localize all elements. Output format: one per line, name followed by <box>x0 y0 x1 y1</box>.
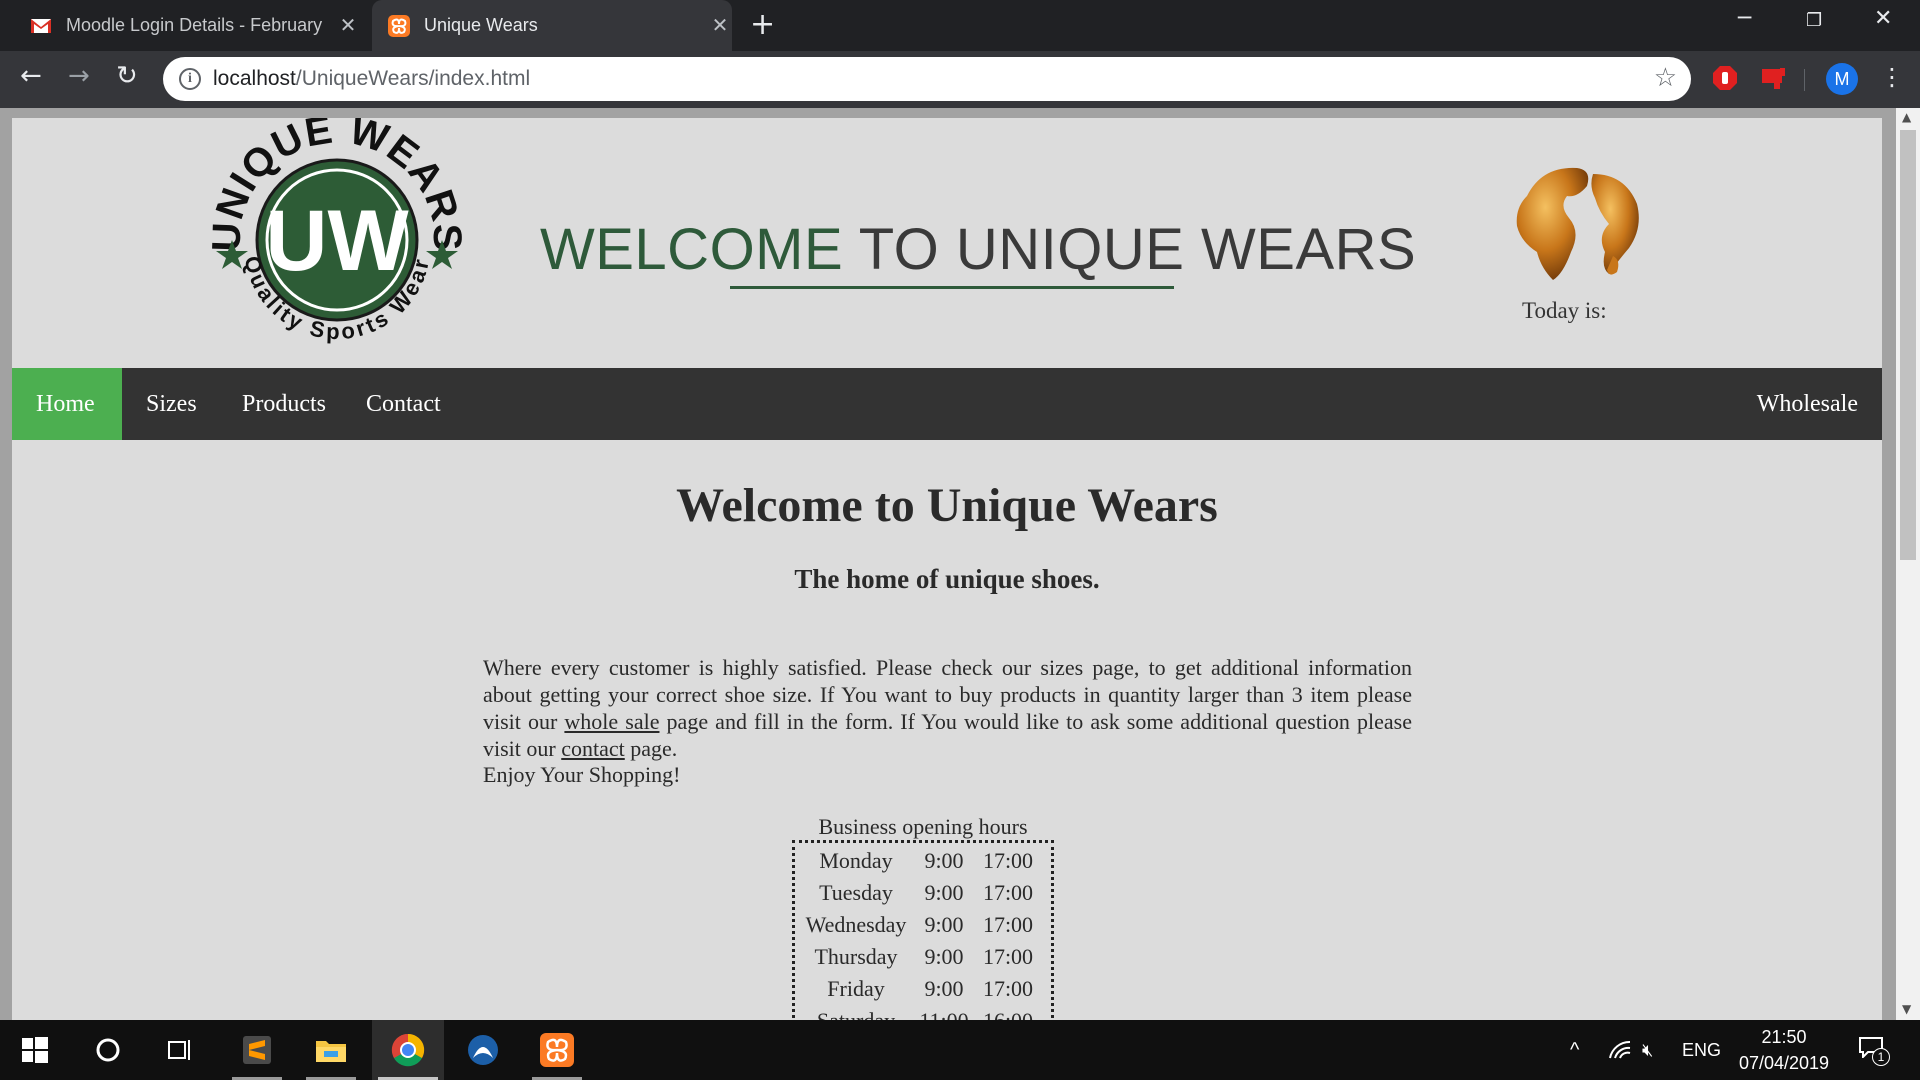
table-row: Wednesday 9:00 17:00 <box>805 912 1034 937</box>
volume-muted-icon[interactable]: 🔇︎ <box>1642 1020 1653 1080</box>
url-text[interactable]: localhost/UniqueWears/index.html <box>213 67 530 91</box>
clock-time: 21:50 <box>1761 1027 1807 1047</box>
minimize-icon[interactable]: ─ <box>1738 6 1751 31</box>
unique-wears-logo: UNIQUE WEARS Quality Sports Wear UW <box>205 118 469 344</box>
nav-sizes[interactable]: Sizes <box>122 368 221 440</box>
toolbar-divider <box>1804 69 1805 91</box>
notification-badge: 1 <box>1872 1048 1890 1066</box>
header-underline <box>730 286 1174 289</box>
page-scrollbar[interactable]: ▲ ▼ <box>1896 108 1920 1020</box>
table-row: Tuesday 9:00 17:00 <box>819 880 1034 905</box>
menu-kebab-icon[interactable]: ⋮ <box>1880 63 1904 91</box>
scrollbar-thumb[interactable] <box>1900 130 1916 560</box>
header-title: WELCOME TO UNIQUE WEARS <box>540 217 1417 282</box>
main-heading: Welcome to Unique Wears <box>676 479 1218 532</box>
sublime-text-icon[interactable] <box>226 1020 288 1080</box>
forward-arrow-icon[interactable]: → <box>68 61 90 91</box>
opening-hours-table: Monday 9:00 17:00 Tuesday 9:00 17:00 Wednesd… <box>792 840 1054 1020</box>
close-tab-icon[interactable]: ✕ <box>708 13 732 38</box>
cortana-icon[interactable] <box>78 1020 138 1080</box>
nav-products[interactable]: Products <box>218 368 350 440</box>
address-bar[interactable]: i localhost/UniqueWears/index.html ☆ <box>163 57 1691 101</box>
scroll-down-icon[interactable]: ▼ <box>1902 1002 1911 1016</box>
back-arrow-icon[interactable]: ← <box>20 61 42 91</box>
intro-paragraph: Where every customer is highly satisfied… <box>483 655 1412 761</box>
nav-home[interactable]: Home <box>12 368 122 440</box>
browser-tab-strip: Moodle Login Details - February ✕ Unique… <box>0 0 1920 51</box>
show-hidden-icons-icon[interactable]: ^ <box>1570 1020 1579 1080</box>
tab-title: Unique Wears <box>424 15 538 35</box>
enjoy-text: Enjoy Your Shopping! <box>483 762 681 787</box>
hours-caption: Business opening hours <box>818 814 1028 839</box>
windows-start-icon[interactable] <box>0 1020 70 1080</box>
taskbar-clock[interactable]: 21:50 07/04/2019 <box>1734 1024 1834 1076</box>
main-subheading: The home of unique shoes. <box>794 564 1100 594</box>
contact-link[interactable]: contact <box>561 736 625 761</box>
restore-icon[interactable]: ❐ <box>1806 10 1822 31</box>
wifi-icon[interactable] <box>1608 1038 1632 1062</box>
today-label: Today is: <box>1522 298 1607 323</box>
page-body: UNIQUE WEARS Quality Sports Wear UW WELC… <box>12 118 1882 1020</box>
language-indicator[interactable]: ENG <box>1682 1020 1721 1080</box>
tab-title: Moodle Login Details - February <box>66 15 323 35</box>
table-row: Saturday11:0016:00 <box>799 1005 1047 1020</box>
windows-taskbar: ^ 🔇︎ ENG 21:50 07/04/2019 1 <box>0 1020 1920 1080</box>
globe-icon <box>1516 167 1639 280</box>
browser-toolbar: ← → ↻ i localhost/UniqueWears/index.html… <box>0 51 1920 108</box>
gmail-icon <box>31 18 51 33</box>
table-row: Monday 9:00 17:00 <box>819 848 1034 873</box>
page-viewport: UNIQUE WEARS Quality Sports Wear UW WELC… <box>0 108 1920 1020</box>
site-nav: Home Sizes Products Contact Wholesale <box>12 368 1882 440</box>
new-tab-button[interactable]: + <box>750 7 775 42</box>
xampp-icon[interactable] <box>526 1020 588 1080</box>
logo-monogram: UW <box>265 193 409 289</box>
clock-date: 07/04/2019 <box>1738 1053 1830 1073</box>
scroll-up-icon[interactable]: ▲ <box>1902 110 1911 124</box>
profile-avatar[interactable]: M <box>1826 63 1858 95</box>
dislike-extension-icon[interactable] <box>1760 65 1786 93</box>
nav-wholesale[interactable]: Wholesale <box>1733 368 1882 440</box>
tab-unique-wears[interactable]: Unique Wears ✕ <box>372 0 732 51</box>
table-row: Friday 9:00 17:00 <box>827 976 1034 1001</box>
file-explorer-icon[interactable] <box>300 1020 362 1080</box>
site-info-icon[interactable]: i <box>179 68 201 90</box>
app-icon[interactable] <box>452 1020 514 1080</box>
bookmark-star-icon[interactable]: ☆ <box>1654 63 1677 93</box>
action-center-icon[interactable]: 1 <box>1858 1036 1890 1066</box>
close-window-icon[interactable]: ✕ <box>1874 6 1892 31</box>
close-tab-icon[interactable]: ✕ <box>336 13 360 38</box>
task-view-icon[interactable] <box>150 1020 210 1080</box>
chrome-icon[interactable] <box>372 1020 444 1080</box>
reload-icon[interactable]: ↻ <box>116 61 138 91</box>
table-row: Thursday 9:00 17:00 <box>814 944 1034 969</box>
nav-contact[interactable]: Contact <box>342 368 465 440</box>
wholesale-link[interactable]: whole sale <box>564 709 659 734</box>
adblock-icon[interactable] <box>1712 65 1738 93</box>
tab-moodle-login[interactable]: Moodle Login Details - February ✕ <box>30 0 360 51</box>
xampp-icon <box>388 14 410 37</box>
